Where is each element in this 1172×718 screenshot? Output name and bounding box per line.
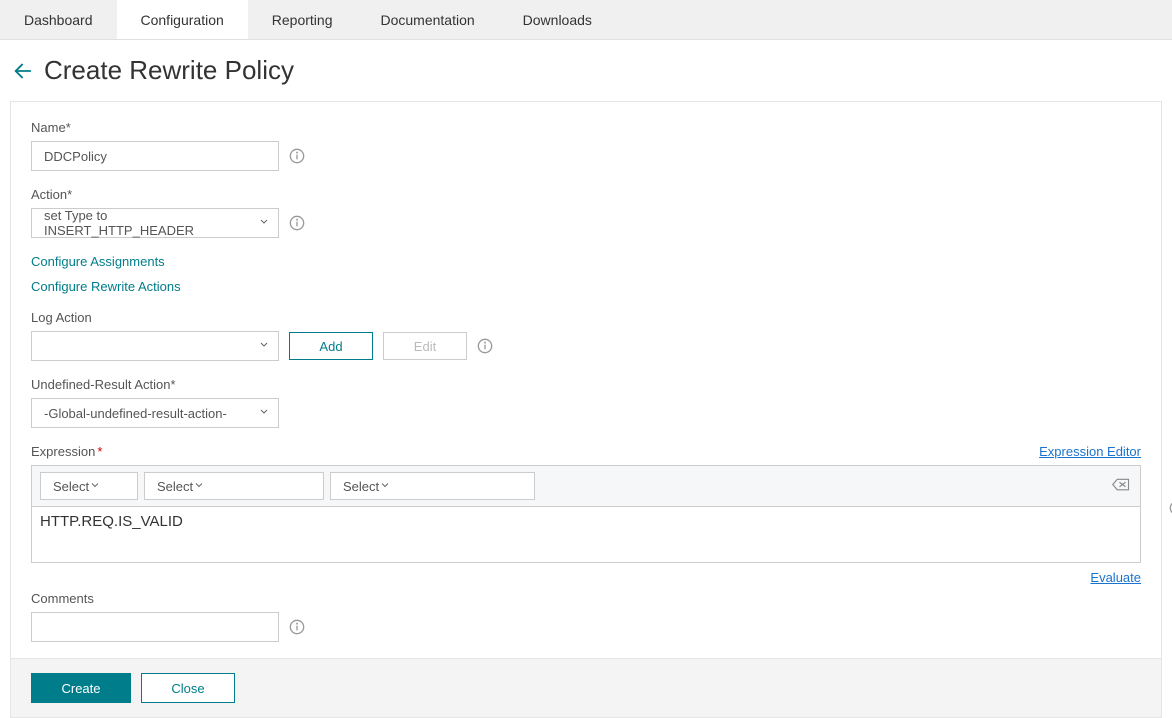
chevron-down-icon [258,406,270,421]
tab-documentation[interactable]: Documentation [356,0,498,39]
page-header: Create Rewrite Policy [0,40,1172,101]
tab-dashboard[interactable]: Dashboard [0,0,117,39]
name-input[interactable] [31,141,279,171]
evaluate-link[interactable]: Evaluate [1090,570,1141,585]
tab-reporting[interactable]: Reporting [248,0,357,39]
expression-select-2[interactable]: Select [144,472,324,500]
configure-assignments-link[interactable]: Configure Assignments [31,254,1141,269]
tab-downloads[interactable]: Downloads [499,0,616,39]
create-button[interactable]: Create [31,673,131,703]
expression-select-3[interactable]: Select [330,472,535,500]
chevron-down-icon [89,479,101,494]
info-icon[interactable] [289,148,305,164]
chevron-down-icon [193,479,205,494]
action-select-value: set Type to INSERT_HTTP_HEADER [44,208,250,238]
expression-select-1[interactable]: Select [40,472,138,500]
form-footer: Create Close [11,658,1161,717]
expression-editor-link[interactable]: Expression Editor [1039,444,1141,459]
close-button[interactable]: Close [141,673,235,703]
log-action-select[interactable] [31,331,279,361]
log-action-label: Log Action [31,310,1141,325]
add-button[interactable]: Add [289,332,373,360]
clear-expression-icon[interactable] [1112,478,1130,495]
edit-button: Edit [383,332,467,360]
name-label: Name* [31,120,1141,135]
undefined-result-label: Undefined-Result Action* [31,377,1141,392]
info-icon[interactable] [289,215,305,231]
expression-label: Expression* [31,444,102,459]
comments-label: Comments [31,591,1141,606]
undefined-result-select[interactable]: -Global-undefined-result-action- [31,398,279,428]
configure-rewrite-actions-link[interactable]: Configure Rewrite Actions [31,279,1141,294]
chevron-down-icon [258,339,270,354]
undefined-result-select-value: -Global-undefined-result-action- [44,406,227,421]
action-label: Action* [31,187,1141,202]
expression-toolbar: Select Select Select [31,465,1141,507]
info-icon[interactable] [477,338,493,354]
tab-configuration[interactable]: Configuration [117,0,248,39]
chevron-down-icon [258,216,270,231]
back-icon[interactable] [10,58,36,84]
top-tabs: Dashboard Configuration Reporting Docume… [0,0,1172,40]
info-icon[interactable] [289,619,305,635]
chevron-down-icon [379,479,391,494]
page-title: Create Rewrite Policy [44,55,294,86]
expression-textarea[interactable] [31,507,1141,563]
comments-input[interactable] [31,612,279,642]
action-select[interactable]: set Type to INSERT_HTTP_HEADER [31,208,279,238]
form-container: Name* Action* set Type to INSERT_HTTP_HE… [10,101,1162,718]
